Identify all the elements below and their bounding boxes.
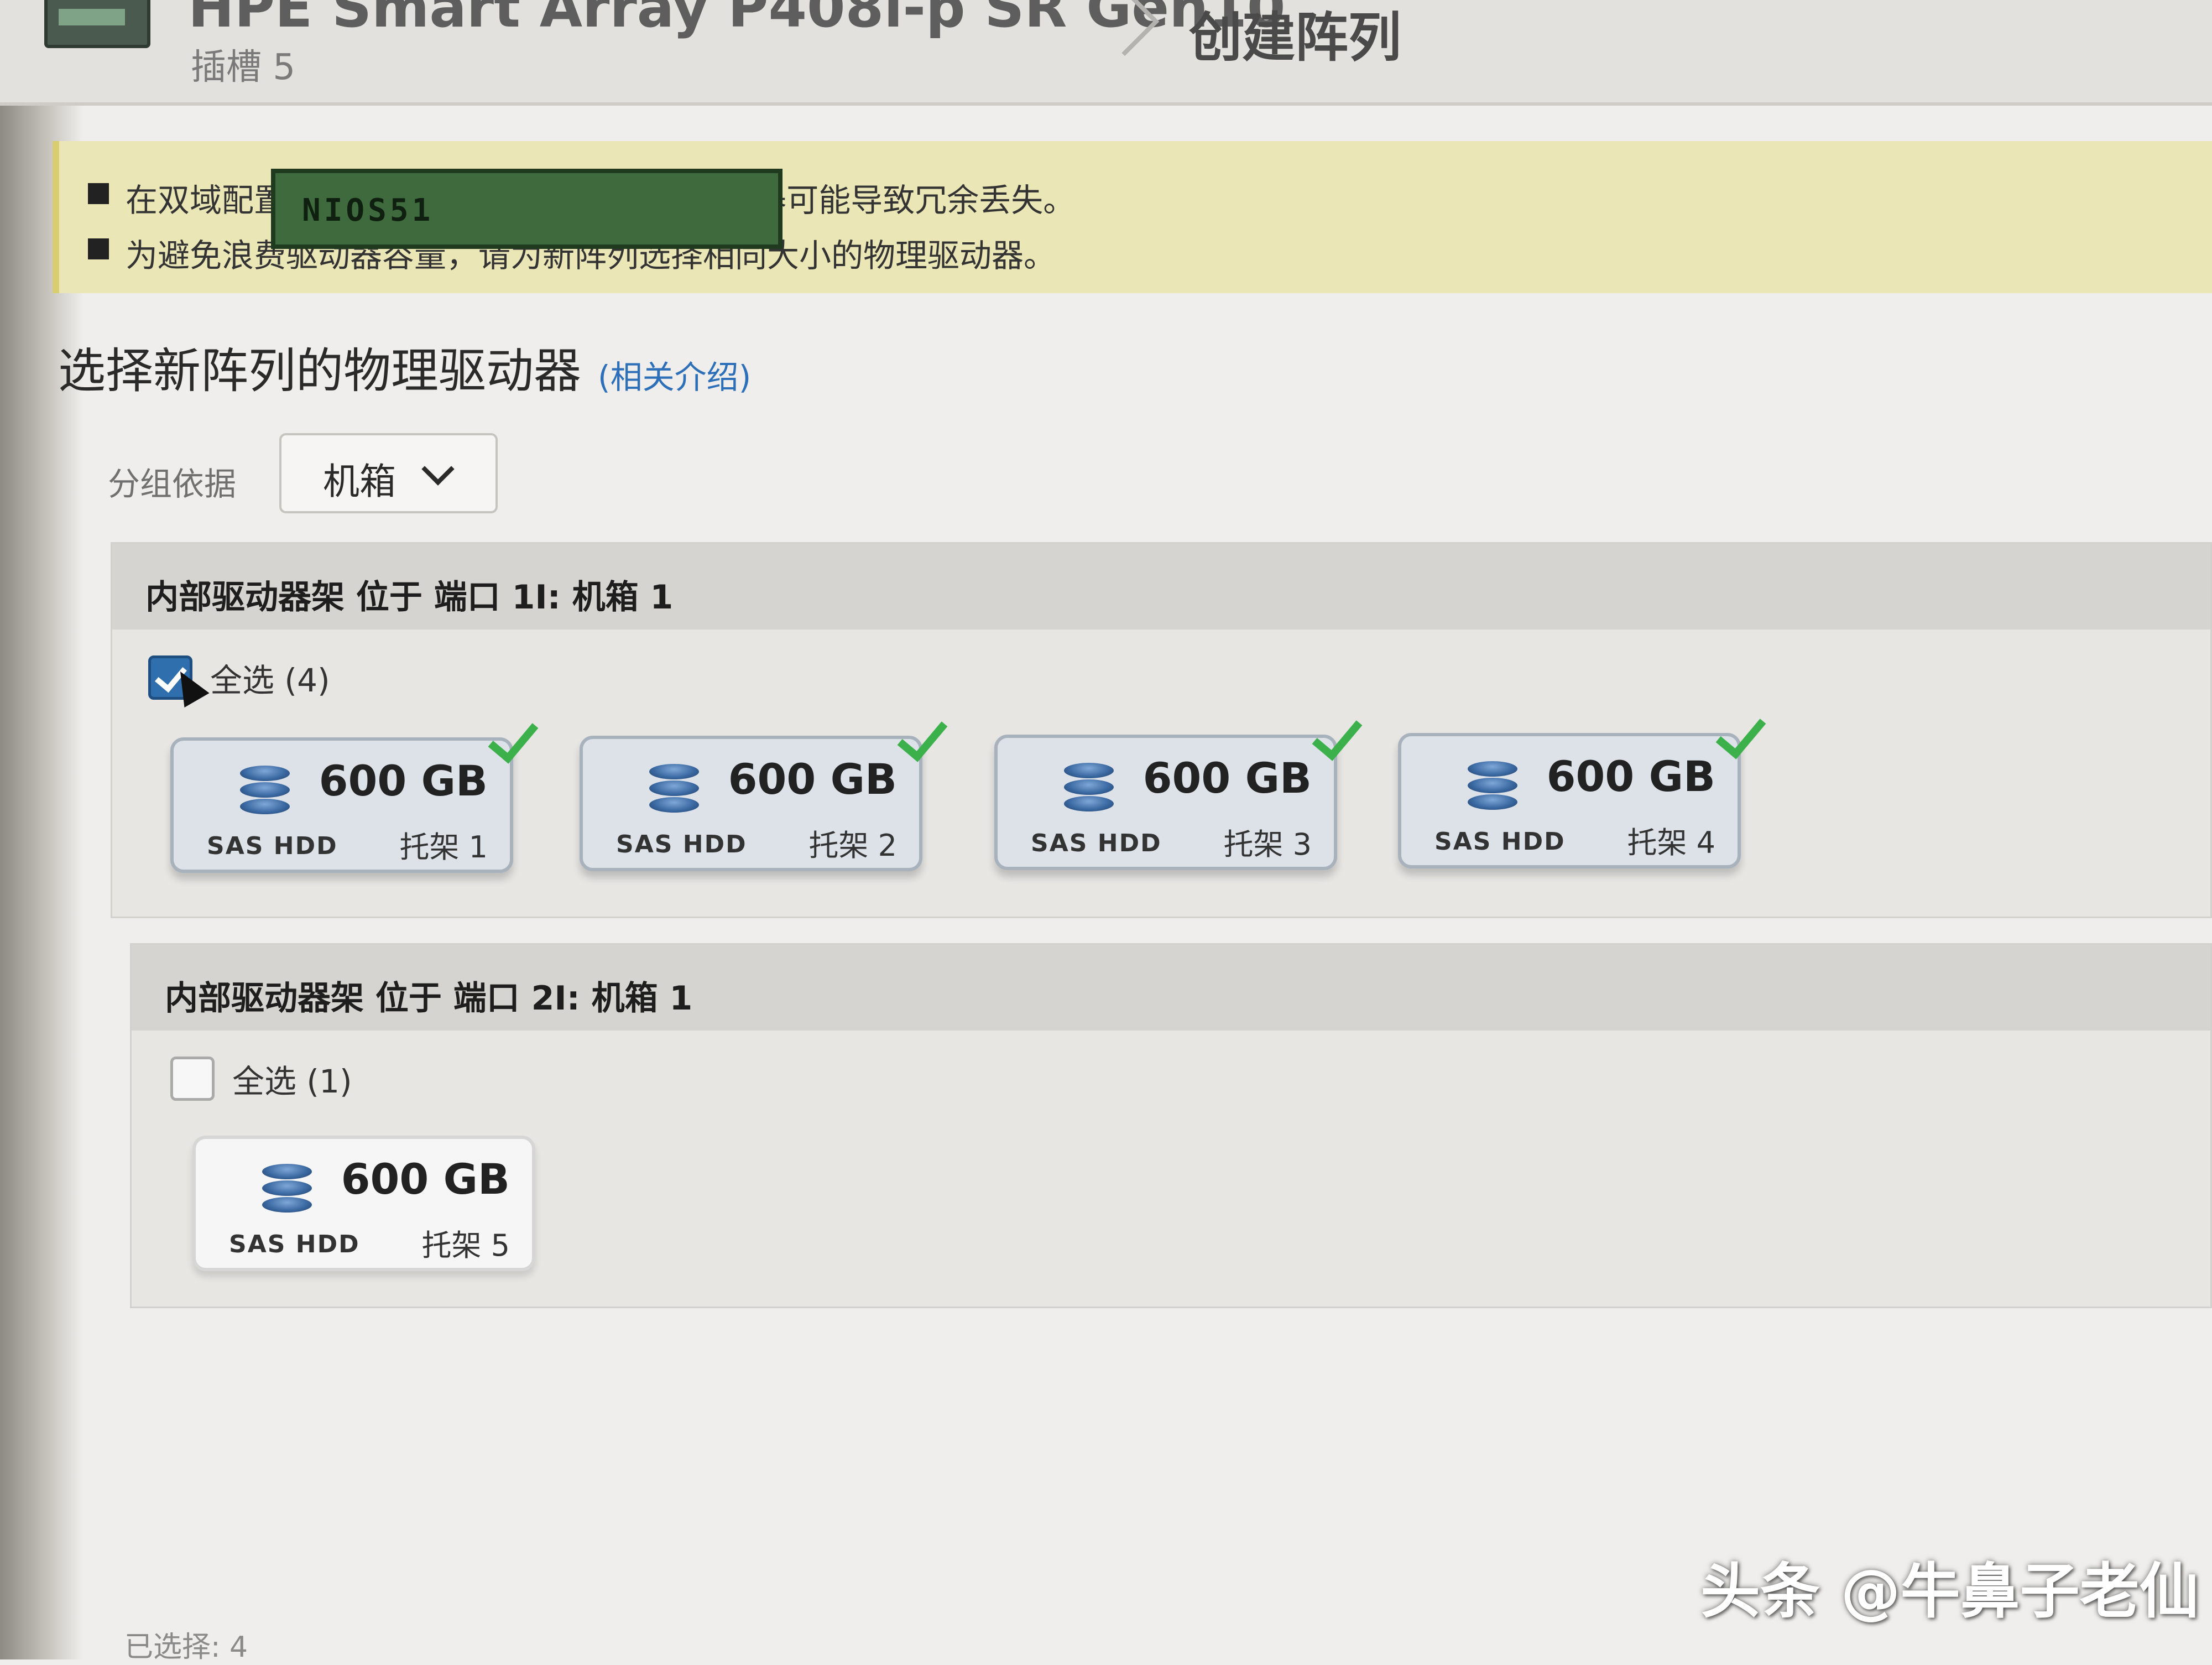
disk-icon bbox=[262, 1164, 312, 1214]
drive-tile-bay-5[interactable]: 600 GB SAS HDD 托架 5 bbox=[192, 1136, 535, 1271]
drive-tile-bay-4[interactable]: 600 GB SAS HDD 托架 4 bbox=[1398, 706, 1766, 868]
chevron-down-icon bbox=[421, 452, 455, 486]
select-all-label: 全选 (1) bbox=[232, 1063, 352, 1100]
disk-icon bbox=[1468, 761, 1517, 811]
watermark: 头条 @牛鼻子老仙 bbox=[1700, 1557, 2199, 1626]
select-all-label: 全选 (4) bbox=[210, 662, 330, 699]
drive-tile-bay-3[interactable]: 600 GB SAS HDD 托架 3 bbox=[994, 708, 1363, 870]
group-by-value: 机箱 bbox=[323, 460, 396, 503]
drive-group-header: 内部驱动器架 位于 端口 2I: 机箱 1 bbox=[132, 945, 2210, 1031]
asset-sticker: NIOS51 bbox=[271, 169, 782, 249]
drive-type: SAS HDD bbox=[1031, 829, 1162, 857]
drive-type: SAS HDD bbox=[616, 830, 747, 858]
drive-group-title: 内部驱动器架 位于 端口 1I: 机箱 1 bbox=[145, 578, 674, 617]
help-link[interactable]: (相关介绍) bbox=[598, 358, 751, 396]
selected-count: 已选择: 4 bbox=[124, 1631, 248, 1664]
selected-check-icon bbox=[1312, 708, 1363, 761]
drive-group-header: 内部驱动器架 位于 端口 1I: 机箱 1 bbox=[112, 544, 2210, 629]
drive-tile-bay-2[interactable]: 600 GB SAS HDD 托架 2 bbox=[580, 709, 948, 871]
selected-check-icon bbox=[897, 709, 948, 762]
drive-size: 600 GB bbox=[341, 1154, 510, 1204]
selected-check-icon bbox=[488, 711, 539, 764]
drive-bay: 托架 4 bbox=[1627, 825, 1715, 860]
select-all-row[interactable]: 全选 (1) bbox=[170, 1055, 352, 1102]
drive-type: SAS HDD bbox=[229, 1230, 360, 1258]
controller-card-icon bbox=[44, 0, 150, 48]
selected-check-icon bbox=[1715, 706, 1766, 759]
drive-bay: 托架 2 bbox=[808, 828, 897, 863]
drive-group-title: 内部驱动器架 位于 端口 2I: 机箱 1 bbox=[165, 979, 693, 1018]
drive-tile-bay-1[interactable]: 600 GB SAS HDD 托架 1 bbox=[170, 711, 539, 873]
drive-type: SAS HDD bbox=[207, 832, 338, 860]
drive-bay: 托架 3 bbox=[1223, 827, 1312, 862]
select-all-checkbox[interactable] bbox=[170, 1057, 215, 1101]
drive-size: 600 GB bbox=[728, 755, 897, 804]
page-header: HPE Smart Array P408i-p SR Gen10 插槽 5 创建… bbox=[0, 0, 2212, 106]
group-by-label: 分组依据 bbox=[108, 465, 237, 503]
disk-icon bbox=[649, 764, 699, 814]
section-title: 选择新阵列的物理驱动器 (相关介绍) bbox=[58, 332, 751, 401]
disk-icon bbox=[1064, 763, 1114, 813]
drive-size: 600 GB bbox=[1546, 752, 1715, 801]
drive-group-port-2i: 内部驱动器架 位于 端口 2I: 机箱 1 全选 (1) 600 GB SAS … bbox=[130, 943, 2212, 1308]
drive-size: 600 GB bbox=[319, 756, 488, 805]
drive-group-port-1i: 内部驱动器架 位于 端口 1I: 机箱 1 全选 (4) 600 GB SAS … bbox=[111, 542, 2212, 918]
drive-size: 600 GB bbox=[1142, 753, 1312, 803]
section-title-text: 选择新阵列的物理驱动器 bbox=[58, 344, 581, 399]
drive-type: SAS HDD bbox=[1434, 828, 1566, 856]
drive-bay: 托架 5 bbox=[421, 1228, 510, 1263]
controller-slot: 插槽 5 bbox=[191, 47, 296, 88]
drive-bay: 托架 1 bbox=[399, 830, 488, 865]
disk-icon bbox=[240, 766, 290, 815]
group-by-select[interactable]: 机箱 bbox=[279, 433, 498, 513]
page-title: 创建阵列 bbox=[1189, 7, 1401, 69]
